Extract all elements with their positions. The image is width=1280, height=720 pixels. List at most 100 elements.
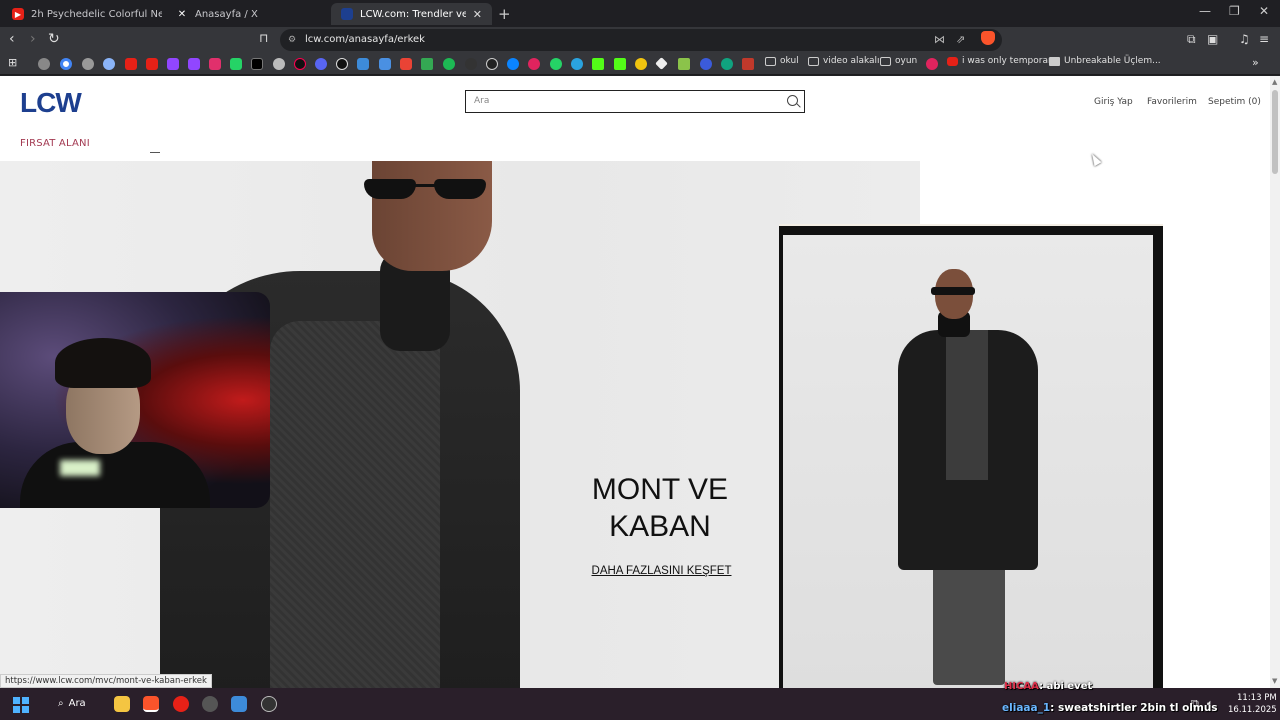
share-icon[interactable]: ⇗ (956, 29, 965, 51)
bookmark-site-icon[interactable] (357, 58, 369, 70)
page-icon (1049, 56, 1060, 66)
browser-toolbar: ‹ › ↻ ⊓ ⚙ lcw.com/anasayfa/erkek ⋈ ⇗ ⧉ ▣… (0, 27, 1280, 53)
bookmark-site-icon[interactable] (926, 58, 938, 70)
brave-shields-icon[interactable] (981, 31, 995, 45)
scroll-up-icon[interactable]: ▲ (1272, 78, 1277, 86)
drive-icon[interactable] (421, 58, 433, 70)
bookmark-site-icon[interactable] (273, 58, 285, 70)
bookmark-site-icon[interactable] (635, 58, 647, 70)
nav-firsat-alani[interactable]: FIRSAT ALANI (20, 138, 90, 149)
bookmark-site-icon[interactable] (465, 58, 477, 70)
gemini-icon[interactable] (103, 58, 115, 70)
chat-username: eliaaa_1 (1002, 702, 1051, 714)
history-icon[interactable] (38, 58, 50, 70)
folder-icon (880, 56, 891, 66)
bookmark-site-icon[interactable] (528, 58, 540, 70)
product-photo (783, 235, 1153, 688)
status-url: https://www.lcw.com/mvc/mont-ve-kaban-er… (0, 674, 212, 688)
bookmark-link[interactable]: i was only temporar... (947, 56, 1059, 66)
minimize-icon[interactable]: — (1199, 4, 1211, 18)
x-bookmark-icon[interactable] (251, 58, 263, 70)
bookmark-folder-oyun[interactable]: oyun (880, 56, 917, 66)
chat-username: HICAA (1004, 681, 1040, 692)
app-icon[interactable] (202, 696, 218, 712)
close-tab-icon[interactable]: ✕ (473, 8, 482, 21)
gmail-icon[interactable] (400, 58, 412, 70)
instagram-icon[interactable] (209, 58, 221, 70)
capcut-icon[interactable] (336, 58, 348, 70)
site-info-icon[interactable]: ⚙ (288, 29, 296, 51)
bookmark-link[interactable]: Unbreakable Üçlem... (1049, 56, 1161, 66)
bookmark-icon[interactable]: ⊓ (259, 31, 268, 45)
mouse-cursor-icon (1088, 151, 1102, 167)
whatsapp-icon[interactable] (550, 58, 562, 70)
bookmark-site-icon[interactable] (678, 58, 690, 70)
restore-icon[interactable]: ❐ (1229, 4, 1240, 18)
close-window-icon[interactable]: ✕ (1259, 4, 1269, 18)
menu-icon[interactable]: ≡ (1259, 32, 1269, 46)
search-icon[interactable] (787, 95, 798, 106)
tab-x[interactable]: ✕ Anasayfa / X (166, 3, 328, 25)
reload-icon[interactable]: ↻ (48, 31, 60, 47)
media-player-icon[interactable] (173, 696, 189, 712)
system-clock[interactable]: 11:13 PM 16.11.2025 (1228, 692, 1277, 716)
tiktok-icon[interactable] (294, 58, 306, 70)
bookmark-folder-video[interactable]: video alakalı (808, 56, 880, 66)
tab-youtube[interactable]: ▶ 2h Psychedelic Colorful Neon Backgr (2, 3, 162, 25)
translate-icon[interactable]: ⋈ (934, 29, 945, 51)
twitch-icon[interactable] (188, 58, 200, 70)
chatgpt-icon[interactable] (721, 58, 733, 70)
bookmark-site-icon[interactable] (230, 58, 242, 70)
hero-model-sweater (270, 321, 440, 688)
file-explorer-icon[interactable] (114, 696, 130, 712)
discord-icon[interactable] (315, 58, 327, 70)
kick-icon[interactable] (592, 58, 604, 70)
sidebar-icon[interactable]: ▣ (1207, 32, 1218, 46)
spotify-icon[interactable] (443, 58, 455, 70)
url-text: lcw.com/anasayfa/erkek (305, 34, 425, 45)
youtube-bookmark-icon[interactable] (125, 58, 137, 70)
bookmark-site-icon[interactable] (700, 58, 712, 70)
chat-text: : abi evet (1039, 681, 1093, 692)
search-input[interactable]: Ara (465, 90, 805, 113)
webcam-person-hair (55, 338, 151, 388)
photos-icon[interactable] (231, 696, 247, 712)
webcam-light (60, 460, 100, 476)
bookmark-folder-okul[interactable]: okul (765, 56, 799, 66)
brave-taskbar-icon[interactable] (143, 696, 159, 712)
bookmark-site-icon[interactable] (82, 58, 94, 70)
forward-icon[interactable]: › (30, 31, 36, 47)
obs-icon[interactable] (261, 696, 277, 712)
windows-start-icon[interactable] (13, 697, 29, 713)
bookmark-site-icon[interactable] (655, 57, 668, 70)
chat-message: eliaaa_1: sweatshirtler 2bin tl olmus (1002, 702, 1218, 714)
tab-lcw[interactable]: LCW.com: Trendler ve Yenilikçi Ü ✕ (331, 3, 492, 25)
address-bar[interactable]: ⚙ lcw.com/anasayfa/erkek ⋈ ⇗ (280, 29, 1002, 51)
scroll-thumb[interactable] (1272, 90, 1278, 174)
back-icon[interactable]: ‹ (9, 31, 15, 47)
login-link[interactable]: Giriş Yap (1094, 97, 1133, 107)
more-bookmarks-icon[interactable]: » (1252, 56, 1259, 69)
edge-icon[interactable] (507, 58, 519, 70)
translate-bookmark-icon[interactable] (379, 58, 391, 70)
telegram-icon[interactable] (571, 58, 583, 70)
google-icon[interactable] (60, 58, 72, 70)
cart-link[interactable]: Sepetim (0) (1208, 97, 1261, 107)
page-scrollbar[interactable]: ▲ ▼ (1270, 76, 1280, 688)
site-logo[interactable]: LCW (20, 87, 82, 119)
youtube-bookmark-icon[interactable] (146, 58, 158, 70)
extensions-icon[interactable]: ⧉ (1187, 32, 1196, 47)
discover-more-link[interactable]: DAHA FAZLASINI KEŞFET (560, 565, 763, 577)
bookmark-site-icon[interactable] (742, 58, 754, 70)
scroll-down-icon[interactable]: ▼ (1272, 677, 1277, 685)
taskbar-search[interactable]: ⌕ Ara (58, 698, 86, 709)
github-icon[interactable] (486, 58, 498, 70)
kick-icon[interactable] (614, 58, 626, 70)
new-tab-button[interactable]: + (498, 5, 511, 23)
folder-icon (808, 56, 819, 66)
media-icon[interactable]: ♫ (1239, 32, 1250, 46)
favorites-link[interactable]: Favorilerim (1147, 97, 1197, 107)
twitch-icon[interactable] (167, 58, 179, 70)
product-photo-frame[interactable] (779, 224, 1163, 688)
apps-icon[interactable]: ⊞ (8, 56, 17, 69)
